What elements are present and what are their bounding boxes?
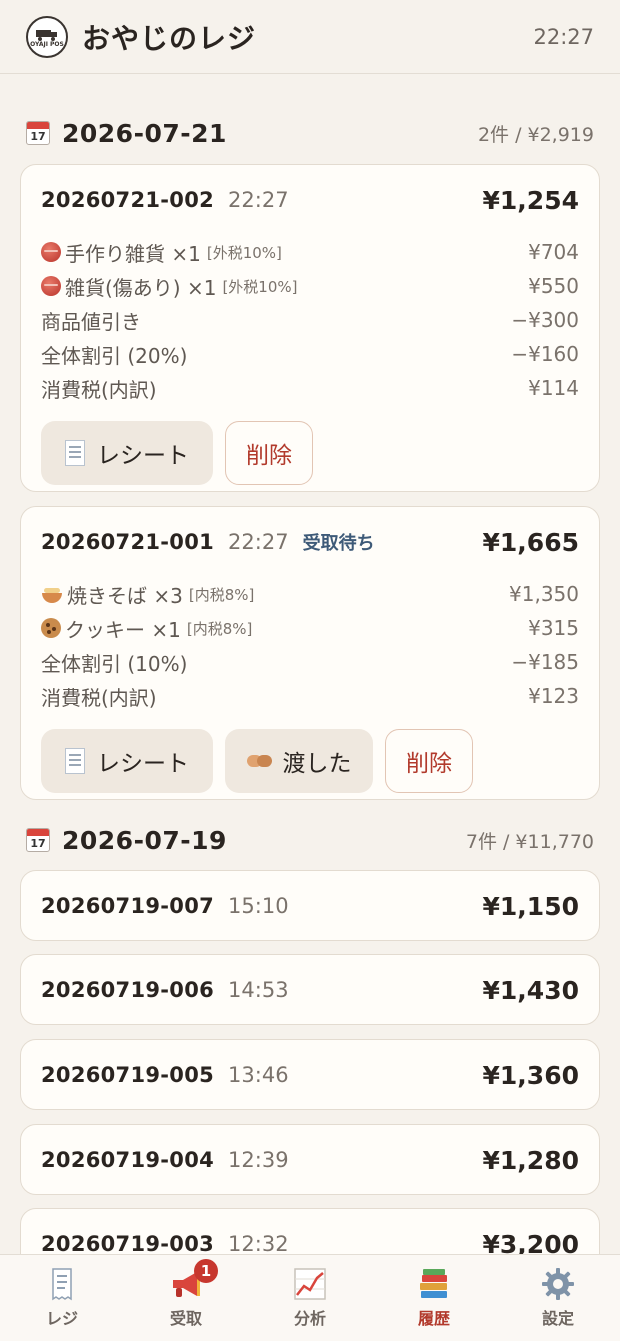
receipt-time: 13:46	[228, 1063, 289, 1087]
receipt-total: ¥1,150	[482, 891, 579, 921]
line-amount: ¥114	[528, 376, 579, 400]
day-header: 17 2026-07-19 7件 / ¥11,770	[26, 820, 594, 860]
receipt-id: 20260719-004	[41, 1148, 215, 1172]
noodle-icon	[41, 585, 63, 603]
receipt-id: 20260719-007	[41, 894, 215, 918]
receipt-button[interactable]: レシート	[41, 421, 213, 485]
app-title: おやじのレジ	[82, 21, 257, 55]
app-header: OYAJI POS おやじのレジ 22:27	[0, 0, 620, 74]
receipt-card[interactable]: 20260719-006 14:53 ¥1,430	[20, 954, 600, 1025]
receipt-id: 20260721-002	[41, 188, 215, 212]
receipt-id: 20260719-006	[41, 978, 215, 1002]
nav-pickup[interactable]: 1 受取	[124, 1255, 248, 1341]
receipt-total: ¥1,254	[482, 185, 579, 215]
receipt-time: 22:27	[228, 530, 289, 554]
receipt-card[interactable]: 20260719-003 12:32 ¥3,200	[20, 1208, 600, 1254]
discount-line: 商品値引き −¥300	[41, 308, 579, 334]
line-amount: −¥185	[511, 650, 579, 674]
receipt-total: ¥1,280	[482, 1145, 579, 1175]
logo-text: OYAJI POS	[30, 41, 64, 48]
line-item: クッキー ×1 [内税8%] ¥315	[41, 611, 579, 645]
bottom-nav: レジ 1 受取 分析 履歴 設定	[0, 1254, 620, 1341]
line-amount: ¥315	[528, 616, 579, 640]
receipt-time: 12:32	[228, 1232, 289, 1254]
app-logo: OYAJI POS	[26, 15, 68, 58]
receipt-total: ¥1,360	[482, 1060, 579, 1090]
tax-tag: [外税10%]	[222, 277, 298, 296]
gear-icon	[542, 1268, 574, 1300]
receipt-card[interactable]: 20260721-001 22:27 受取待ち ¥1,665 焼きそば ×3 […	[20, 506, 600, 800]
truck-icon	[36, 30, 57, 41]
discount-line: 全体割引 (20%) −¥160	[41, 342, 579, 368]
receipt-card[interactable]: 20260719-005 13:46 ¥1,360	[20, 1039, 600, 1110]
receipt-card[interactable]: 20260721-002 22:27 ¥1,254 手作り雑貨 ×1 [外税10…	[20, 164, 600, 492]
clock: 22:27	[533, 24, 594, 49]
receipt-time: 22:27	[228, 188, 289, 212]
tax-tag: [内税8%]	[188, 585, 255, 604]
line-item: 手作り雑貨 ×1 [外税10%] ¥704	[41, 235, 579, 269]
discount-line: 全体割引 (10%) −¥185	[41, 650, 579, 676]
tax-line: 消費税(内訳) ¥114	[41, 376, 579, 402]
yarn-icon	[41, 276, 61, 296]
receipt-id: 20260719-003	[41, 1232, 215, 1254]
nav-settings[interactable]: 設定	[496, 1255, 620, 1341]
receipt-time: 15:10	[228, 894, 289, 918]
receipt-total: ¥3,200	[482, 1229, 579, 1255]
day-date: 2026-07-19	[62, 825, 227, 855]
receipt-button[interactable]: レシート	[41, 729, 213, 793]
receipt-time: 12:39	[228, 1148, 289, 1172]
books-icon	[420, 1269, 447, 1298]
receipt-total: ¥1,665	[482, 527, 579, 557]
day-header: 17 2026-07-21 2件 / ¥2,919	[26, 113, 594, 153]
receipt-total: ¥1,430	[482, 975, 579, 1005]
status-badge: 受取待ち	[302, 533, 375, 554]
receipt-icon	[52, 1268, 72, 1301]
line-amount: ¥1,350	[509, 582, 579, 606]
day-summary: 2件 / ¥2,919	[477, 123, 594, 146]
receipt-time: 14:53	[228, 978, 289, 1002]
cookie-icon	[41, 618, 61, 638]
tax-line: 消費税(内訳) ¥123	[41, 684, 579, 710]
line-amount: ¥704	[528, 240, 579, 264]
receipt-id: 20260721-001	[41, 530, 215, 554]
receipt-card[interactable]: 20260719-004 12:39 ¥1,280	[20, 1124, 600, 1195]
line-amount: −¥300	[511, 308, 579, 332]
history-list[interactable]: 17 2026-07-21 2件 / ¥2,919 20260721-002 2…	[0, 75, 620, 1254]
line-item: 焼きそば ×3 [内税8%] ¥1,350	[41, 577, 579, 611]
yarn-icon	[41, 242, 61, 262]
calendar-icon: 17	[26, 121, 50, 145]
tax-tag: [外税10%]	[206, 243, 282, 262]
receipt-icon	[65, 440, 85, 466]
receipt-id: 20260719-005	[41, 1063, 215, 1087]
receipt-card[interactable]: 20260719-007 15:10 ¥1,150	[20, 870, 600, 941]
line-amount: −¥160	[511, 342, 579, 366]
delete-button[interactable]: 削除	[225, 421, 313, 485]
day-date: 2026-07-21	[62, 118, 227, 148]
calendar-icon: 17	[26, 828, 50, 852]
delete-button[interactable]: 削除	[385, 729, 473, 793]
chart-icon	[294, 1268, 326, 1300]
handed-button[interactable]: 渡した	[225, 729, 373, 793]
nav-history[interactable]: 履歴	[372, 1255, 496, 1341]
line-amount: ¥123	[528, 684, 579, 708]
line-amount: ¥550	[528, 274, 579, 298]
tax-tag: [内税8%]	[186, 619, 253, 638]
day-summary: 7件 / ¥11,770	[465, 830, 594, 853]
handshake-icon	[246, 752, 273, 770]
nav-register[interactable]: レジ	[0, 1255, 124, 1341]
pickup-badge: 1	[194, 1259, 218, 1283]
line-item: 雑貨(傷あり) ×1 [外税10%] ¥550	[41, 269, 579, 303]
nav-analytics[interactable]: 分析	[248, 1255, 372, 1341]
receipt-icon	[65, 748, 85, 774]
